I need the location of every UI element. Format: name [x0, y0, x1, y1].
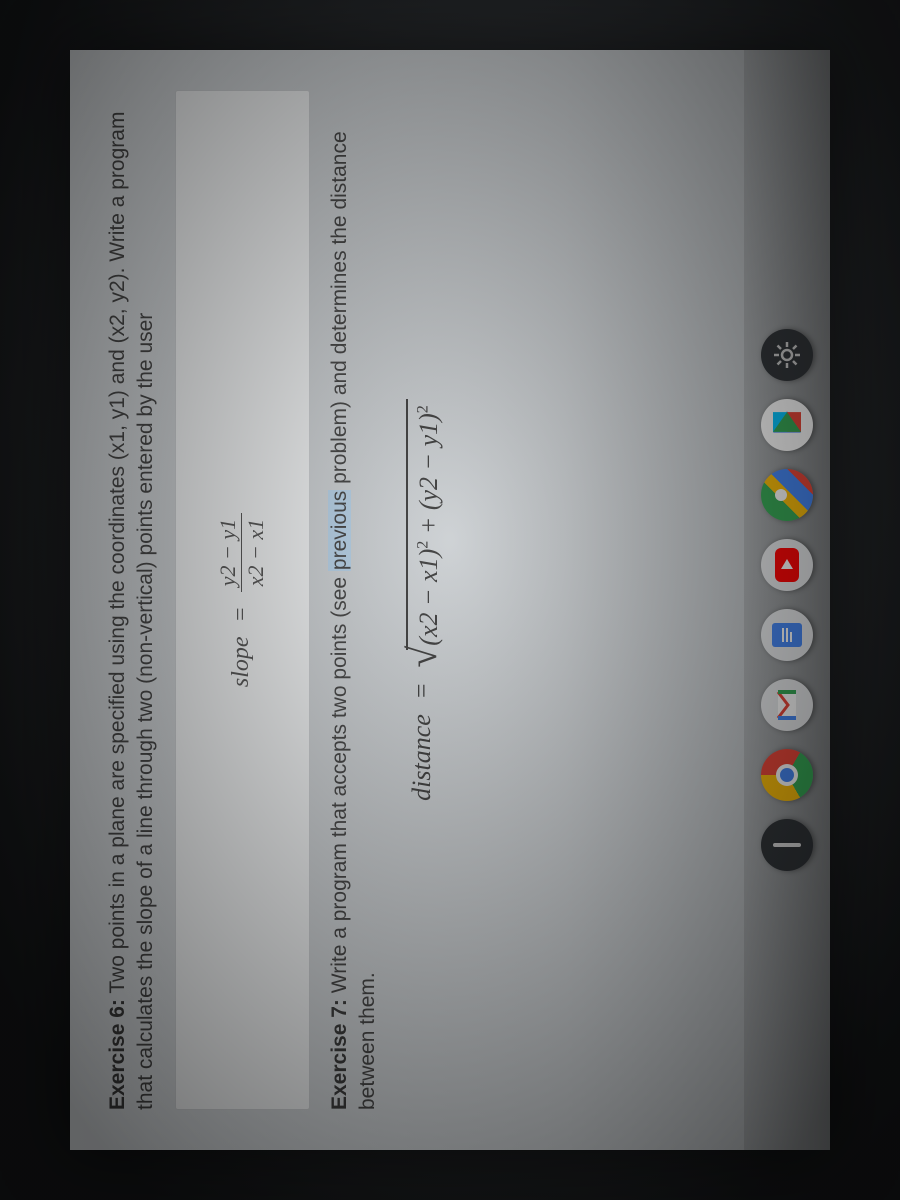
google-docs-icon[interactable] [761, 609, 813, 661]
distance-lhs: distance [407, 714, 436, 801]
term-1-exp: 2 [414, 541, 431, 549]
slope-fraction: y2 − y1 x2 − x1 [216, 513, 267, 592]
radical-sign: √ [407, 646, 452, 668]
highlighted-word: previous [328, 490, 351, 571]
slope-formula: slope = y2 − y1 x2 − x1 [216, 513, 267, 687]
plus-sign: + [414, 510, 443, 541]
youtube-icon[interactable] [761, 539, 813, 591]
google-play-icon[interactable] [761, 399, 813, 451]
settings-icon[interactable] [761, 329, 813, 381]
slope-lhs: slope [225, 636, 257, 687]
slope-formula-block: slope = y2 − y1 x2 − x1 [175, 90, 310, 1110]
chromeos-shelf [744, 50, 830, 1150]
term-2-base: (y2 − y1) [414, 413, 443, 510]
stylus-tools-icon[interactable] [761, 819, 813, 871]
distance-equals: = [407, 682, 436, 700]
chrome-browser-icon[interactable] [761, 749, 813, 801]
exercise-6-paragraph: Exercise 6: Two points in a plane are sp… [104, 90, 161, 1110]
slope-numerator: y2 − y1 [216, 513, 241, 592]
radicand: (x2 − x1)2 + (y2 − y1)2 [406, 399, 446, 650]
exercise-6-text: Two points in a plane are specified usin… [106, 112, 157, 1110]
exercise-6-label: Exercise 6: [106, 999, 129, 1110]
gmail-icon[interactable] [761, 679, 813, 731]
exercise-7-text-before: Write a program that accepts two points … [328, 571, 351, 993]
square-root: √ (x2 − x1)2 + (y2 − y1)2 [401, 399, 446, 668]
slope-denominator: x2 − x1 [241, 513, 267, 592]
slope-equals: = [225, 606, 257, 622]
document-page: Exercise 6: Two points in a plane are sp… [70, 50, 830, 1150]
exercise-7-label: Exercise 7: [328, 999, 351, 1110]
google-maps-icon[interactable] [761, 469, 813, 521]
exercise-7-paragraph: Exercise 7: Write a program that accepts… [326, 90, 383, 1110]
distance-formula-block: distance = √ (x2 − x1)2 + (y2 − y1)2 [401, 90, 446, 1110]
term-1-base: (x2 − x1) [414, 549, 443, 646]
term-2-exp: 2 [414, 405, 431, 413]
